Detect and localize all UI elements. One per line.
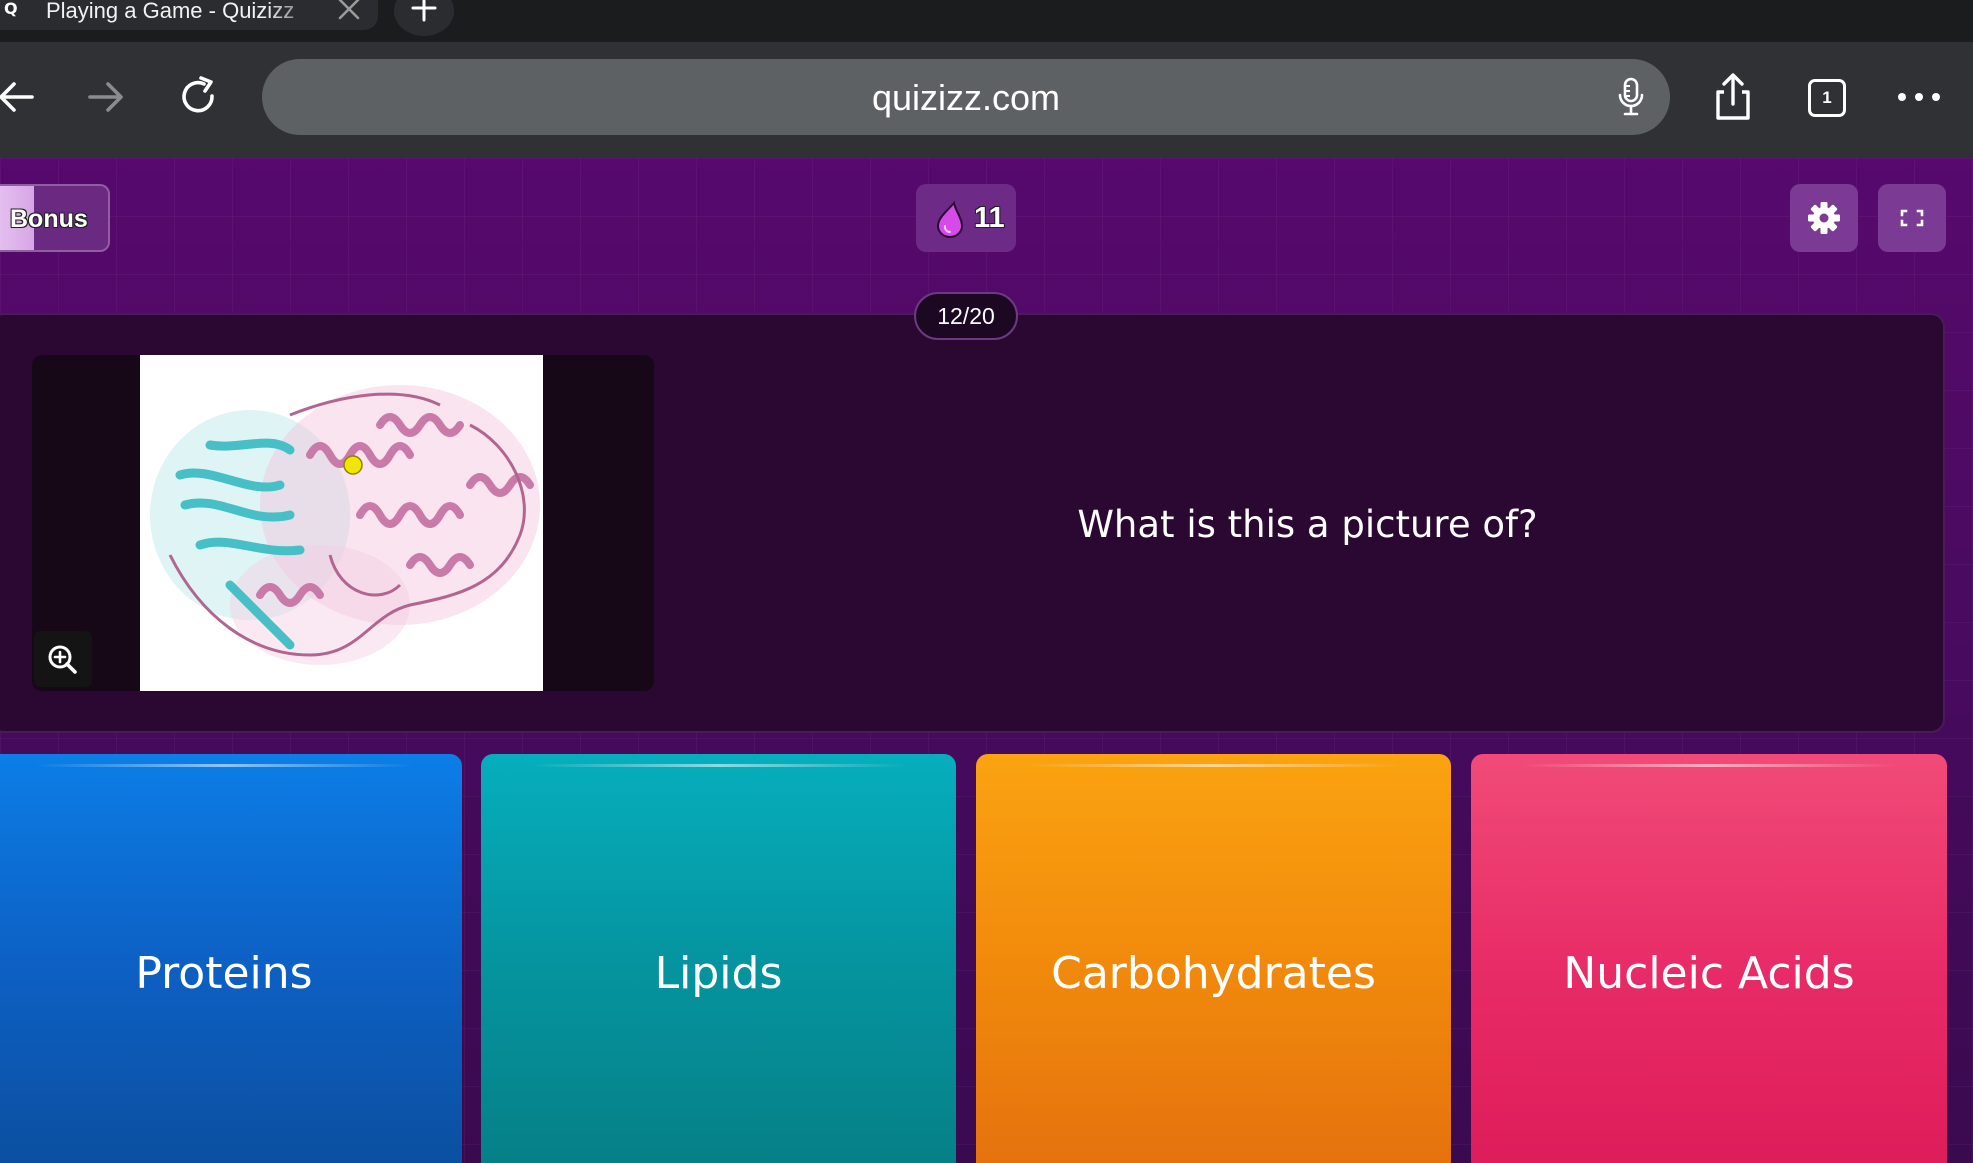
protein-ribbon-illustration [150,385,540,665]
streak-count: 11 [974,202,1005,234]
question-card: What is this a picture of? [0,313,1945,733]
bonus-meter: Bonus [0,184,110,252]
gear-icon [1808,202,1840,234]
game-area: Bonus 11 12/20 What is this a picture of… [0,158,1973,1163]
zoom-in-icon [48,645,77,674]
question-text: What is this a picture of? [1077,503,1538,546]
answer-option-nucleic-acids[interactable]: Nucleic Acids [1471,754,1947,1163]
streak-counter: 11 [916,184,1016,252]
quizizz-favicon-icon: Q [4,0,18,18]
answer-label: Nucleic Acids [1563,948,1855,999]
fullscreen-button[interactable] [1878,184,1946,252]
flame-drop-icon [936,200,964,238]
answer-option-proteins[interactable]: Proteins [0,754,462,1163]
question-progress: 12/20 [914,292,1018,340]
bonus-label: Bonus [10,205,88,233]
settings-button[interactable] [1790,184,1858,252]
zoom-image-button[interactable] [34,631,92,687]
tabs-count-button[interactable]: 1 [1808,79,1846,117]
reload-icon[interactable] [174,72,224,122]
answer-label: Lipids [654,948,783,999]
question-media [32,355,654,691]
answer-option-carbohydrates[interactable]: Carbohydrates [976,754,1451,1163]
more-icon[interactable] [1894,72,1944,122]
tab-title: Playing a Game - Quizizz [46,0,326,24]
back-arrow-icon[interactable] [0,72,42,122]
browser-tab-bar: Q Playing a Game - Quizizz [0,0,1973,42]
answer-label: Carbohydrates [1051,948,1376,999]
microphone-icon[interactable] [1616,77,1646,117]
browser-toolbar: quizizz.com 1 [0,42,1973,158]
answer-option-lipids[interactable]: Lipids [481,754,956,1163]
protein-structure-image[interactable] [140,355,543,691]
url-text: quizizz.com [871,77,1061,118]
address-bar[interactable]: quizizz.com [262,59,1670,135]
answer-label: Proteins [135,948,313,999]
forward-arrow-icon[interactable] [82,72,132,122]
new-tab-plus-icon[interactable] [394,0,454,36]
fullscreen-icon [1900,209,1924,227]
browser-tab[interactable]: Q Playing a Game - Quizizz [0,0,378,30]
share-icon[interactable] [1708,72,1758,122]
close-icon[interactable] [334,0,364,20]
